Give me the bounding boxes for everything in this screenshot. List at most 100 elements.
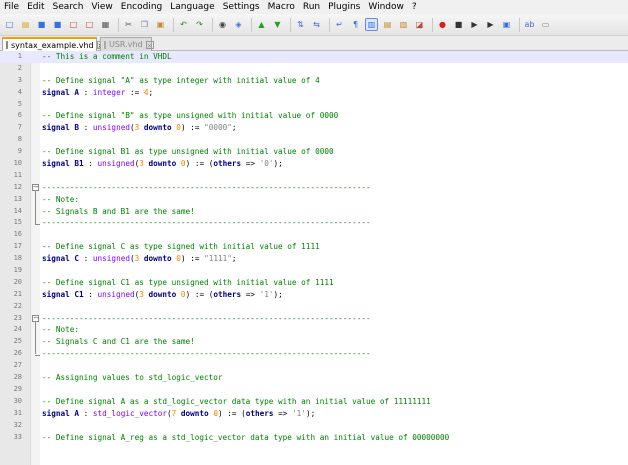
code-line[interactable]: 5 bbox=[0, 99, 628, 111]
record-macro-icon[interactable]: ● bbox=[436, 18, 449, 31]
code-line[interactable]: 32 bbox=[0, 420, 628, 432]
code-line[interactable]: 2 bbox=[0, 63, 628, 75]
menu-edit[interactable]: Edit bbox=[23, 0, 48, 14]
menu-settings[interactable]: Settings bbox=[219, 0, 264, 14]
zoom-in-icon[interactable]: ▲ bbox=[255, 18, 268, 31]
toolbar-separator bbox=[329, 17, 330, 32]
code-token: '1' bbox=[292, 408, 306, 418]
code-token: ) := bbox=[180, 254, 205, 264]
code-line[interactable]: 20 -- Define signal C1 as type unsigned w… bbox=[0, 277, 628, 289]
menu-view[interactable]: View bbox=[87, 0, 116, 14]
save-icon[interactable]: ■ bbox=[35, 18, 48, 31]
doc-map-icon[interactable]: ▤ bbox=[381, 18, 394, 31]
line-number: 11 bbox=[13, 170, 22, 179]
indent-guide-icon[interactable]: ▥ bbox=[365, 18, 378, 31]
code-line[interactable]: 7 signal B : unsigned(3 downto 0) := "000… bbox=[0, 122, 628, 134]
redo-icon[interactable]: ↷ bbox=[193, 18, 206, 31]
close-all-icon[interactable]: □ bbox=[83, 18, 96, 31]
show-all-chars-icon[interactable]: ¶ bbox=[349, 18, 362, 31]
replace-icon[interactable]: ◈ bbox=[232, 18, 245, 31]
code-line[interactable]: 3 -- Define signal "A" as type integer wi… bbox=[0, 75, 628, 87]
folder-workspace-icon[interactable]: ◪ bbox=[413, 18, 426, 31]
abc-icon[interactable]: ▭ bbox=[539, 18, 552, 31]
code-line[interactable]: 26 --------------------------------------… bbox=[0, 348, 628, 360]
code-line[interactable]: 29 bbox=[0, 384, 628, 396]
code-token: signal C1 bbox=[42, 289, 84, 299]
toolbar-separator bbox=[173, 17, 174, 32]
cut-icon[interactable]: ✂ bbox=[122, 18, 135, 31]
run-multiple-icon[interactable]: ▶ bbox=[484, 18, 497, 31]
find-icon[interactable]: ◉ bbox=[216, 18, 229, 31]
function-list-icon[interactable]: ▧ bbox=[397, 18, 410, 31]
code-line[interactable]: 6 -- Define signal "B" as type unsigned w… bbox=[0, 110, 628, 122]
editor[interactable]: 1 -- This is a comment in VHDL 2 3 -- Define… bbox=[0, 51, 628, 465]
code-line[interactable]: 16 bbox=[0, 229, 628, 241]
tab-usr[interactable]: USR.vhd × bbox=[100, 37, 154, 51]
code-token: ); bbox=[273, 289, 283, 299]
code-line[interactable]: 10 signal B1 : unsigned(3 downto 0) := (o… bbox=[0, 158, 628, 170]
code-line[interactable]: 12 --------------------------------------… bbox=[0, 182, 628, 194]
code-token: signal C bbox=[42, 254, 80, 264]
code-line[interactable]: 9 -- Define signal B1 as type unsigned wi… bbox=[0, 146, 628, 158]
menu-plugins[interactable]: Plugins bbox=[324, 0, 364, 14]
menu-run[interactable]: Run bbox=[299, 0, 324, 14]
code-token: -- Define signal C1 as type unsigned wit… bbox=[42, 277, 334, 287]
code-line[interactable]: 1 -- This is a comment in VHDL bbox=[0, 51, 628, 63]
code-line[interactable]: 17 -- Define signal C as type signed with… bbox=[0, 241, 628, 253]
copy-icon[interactable]: ❐ bbox=[138, 18, 151, 31]
new-file-icon[interactable]: □ bbox=[3, 18, 16, 31]
code-line[interactable]: 22 bbox=[0, 301, 628, 313]
close-icon[interactable]: □ bbox=[67, 18, 80, 31]
code-line[interactable]: 13 -- Note: bbox=[0, 194, 628, 206]
code-line[interactable]: 24 -- Note: bbox=[0, 324, 628, 336]
zoom-out-icon[interactable]: ▼ bbox=[271, 18, 284, 31]
menu-file[interactable]: File bbox=[0, 0, 23, 14]
menu-macro[interactable]: Macro bbox=[264, 0, 299, 14]
save-all-icon[interactable]: ■ bbox=[51, 18, 64, 31]
sync-v-icon[interactable]: ⇅ bbox=[294, 18, 307, 31]
menu-language[interactable]: Language bbox=[166, 0, 218, 14]
fold-toggle-icon[interactable]: − bbox=[32, 315, 39, 323]
stop-record-icon[interactable]: ■ bbox=[452, 18, 465, 31]
code-line[interactable]: 25 -- Signals C and C1 are the same! bbox=[0, 336, 628, 348]
menu-search[interactable]: Search bbox=[49, 0, 88, 14]
open-file-icon[interactable]: ▤ bbox=[19, 18, 32, 31]
code-line[interactable]: 33 -- Define signal A_reg as a std_logic_… bbox=[0, 432, 628, 444]
code-line[interactable]: 27 bbox=[0, 360, 628, 372]
code-line[interactable]: 30 -- Define signal A as a std_logic_vect… bbox=[0, 396, 628, 408]
undo-icon[interactable]: ↶ bbox=[177, 18, 190, 31]
fold-toggle-icon[interactable]: − bbox=[32, 184, 39, 192]
code-text: -- Signals C and C1 are the same! bbox=[42, 336, 195, 348]
menu-help[interactable]: ? bbox=[408, 0, 421, 14]
code-line[interactable]: 11 bbox=[0, 170, 628, 182]
code-lines: 1 -- This is a comment in VHDL 2 3 -- Define… bbox=[0, 51, 628, 443]
code-line[interactable]: 19 bbox=[0, 265, 628, 277]
print-icon[interactable]: ▦ bbox=[99, 18, 112, 31]
close-tab-icon[interactable]: × bbox=[145, 40, 154, 50]
spell-check-icon[interactable]: ab bbox=[523, 18, 536, 31]
code-line[interactable]: 21 signal C1 : unsigned(3 downto 0) := (o… bbox=[0, 289, 628, 301]
code-line[interactable]: 4 signal A : integer := 4; bbox=[0, 87, 628, 99]
code-token: ); bbox=[305, 408, 316, 418]
paste-icon[interactable]: ▣ bbox=[154, 18, 167, 31]
sync-h-icon[interactable]: ⇆ bbox=[310, 18, 323, 31]
code-line[interactable]: 8 bbox=[0, 134, 628, 146]
code-line[interactable]: 28 -- Assigning values to std_logic_vecto… bbox=[0, 372, 628, 384]
code-line[interactable]: 31 signal A : std_logic_vector(7 downto 0… bbox=[0, 408, 628, 420]
code-line[interactable]: 18 signal C : unsigned(3 downto 0) := "11… bbox=[0, 253, 628, 265]
code-line[interactable]: 23 --------------------------------------… bbox=[0, 313, 628, 325]
word-wrap-icon[interactable]: ↵ bbox=[333, 18, 346, 31]
playback-icon[interactable]: ▶ bbox=[468, 18, 481, 31]
menu-window[interactable]: Window bbox=[364, 0, 408, 14]
code-line[interactable]: 14 -- Signals B and B1 are the same! bbox=[0, 206, 628, 218]
code-token: ; bbox=[231, 123, 237, 133]
code-text: signal A : std_logic_vector(7 downto 0) … bbox=[42, 408, 315, 420]
code-token: ; bbox=[231, 254, 237, 264]
tab-syntax-example[interactable]: syntax_example.vhd × bbox=[2, 37, 105, 51]
save-macro-icon[interactable]: ▣ bbox=[500, 18, 513, 31]
code-token: std_logic_vector bbox=[92, 408, 167, 418]
code-token: -- Define signal A_reg as a std_logic_ve… bbox=[42, 432, 450, 442]
code-line[interactable]: 15 --------------------------------------… bbox=[0, 217, 628, 229]
menu-encoding[interactable]: Encoding bbox=[117, 0, 166, 14]
fold-line bbox=[35, 322, 36, 355]
